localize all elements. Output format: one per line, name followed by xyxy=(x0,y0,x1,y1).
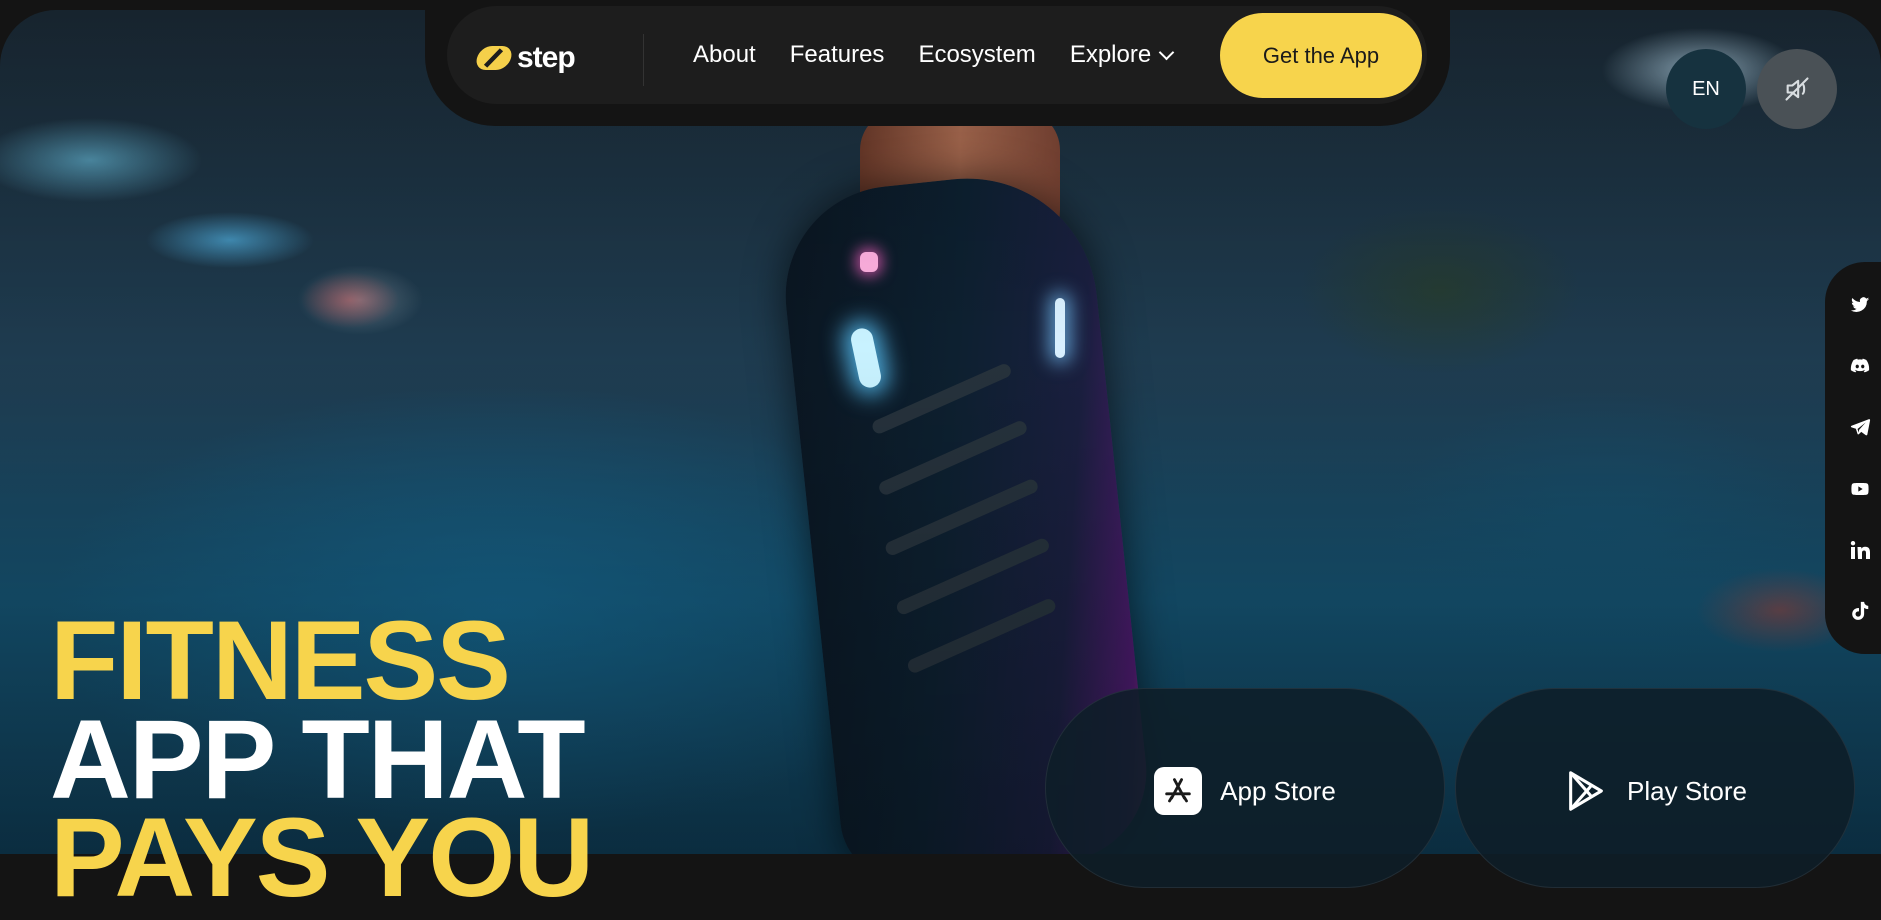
chevron-down-icon xyxy=(1158,44,1175,60)
headline-line-1: FITNESS xyxy=(50,598,511,723)
sound-toggle-button[interactable] xyxy=(1757,49,1837,129)
logo-text: step xyxy=(517,41,576,74)
speaker-muted-icon xyxy=(1785,77,1809,101)
headline-line-3: PAYS YOU xyxy=(50,795,594,920)
tiktok-icon[interactable] xyxy=(1847,598,1873,624)
hero-headline: FITNESS APP THAT PAYS YOU xyxy=(50,598,594,920)
top-navigation: step About Features Ecosystem Explore Ge… xyxy=(447,6,1427,104)
app-store-button[interactable]: App Store xyxy=(1045,688,1445,888)
app-store-label: App Store xyxy=(1220,776,1336,806)
nav-divider xyxy=(643,34,644,86)
twitter-icon[interactable] xyxy=(1847,292,1873,318)
discord-icon[interactable] xyxy=(1847,353,1873,379)
telegram-icon[interactable] xyxy=(1847,414,1873,440)
social-links-rail xyxy=(1825,262,1881,654)
app-store-icon xyxy=(1154,767,1203,815)
linkedin-icon[interactable] xyxy=(1847,537,1873,563)
youtube-icon[interactable] xyxy=(1847,476,1873,502)
language-selector[interactable]: EN xyxy=(1666,49,1746,129)
shoe-light xyxy=(849,326,883,390)
get-the-app-button[interactable]: Get the App xyxy=(1220,13,1422,98)
runner-leg xyxy=(860,110,1060,270)
nav-features[interactable]: Features xyxy=(790,41,885,69)
shoe-light xyxy=(860,252,878,272)
shoe-light xyxy=(1055,298,1065,358)
nav-about[interactable]: About xyxy=(693,41,756,69)
nav-explore-label: Explore xyxy=(1069,41,1152,68)
play-store-label: Play Store xyxy=(1627,776,1747,806)
play-store-icon xyxy=(1569,771,1603,811)
logo-mark-icon xyxy=(473,46,515,70)
nav-ecosystem[interactable]: Ecosystem xyxy=(918,41,1035,69)
nav-links: About Features Ecosystem Explore xyxy=(693,6,1175,104)
play-store-button[interactable]: Play Store xyxy=(1455,688,1855,888)
nav-explore[interactable]: Explore xyxy=(1069,41,1175,69)
logo[interactable]: step xyxy=(473,41,576,75)
